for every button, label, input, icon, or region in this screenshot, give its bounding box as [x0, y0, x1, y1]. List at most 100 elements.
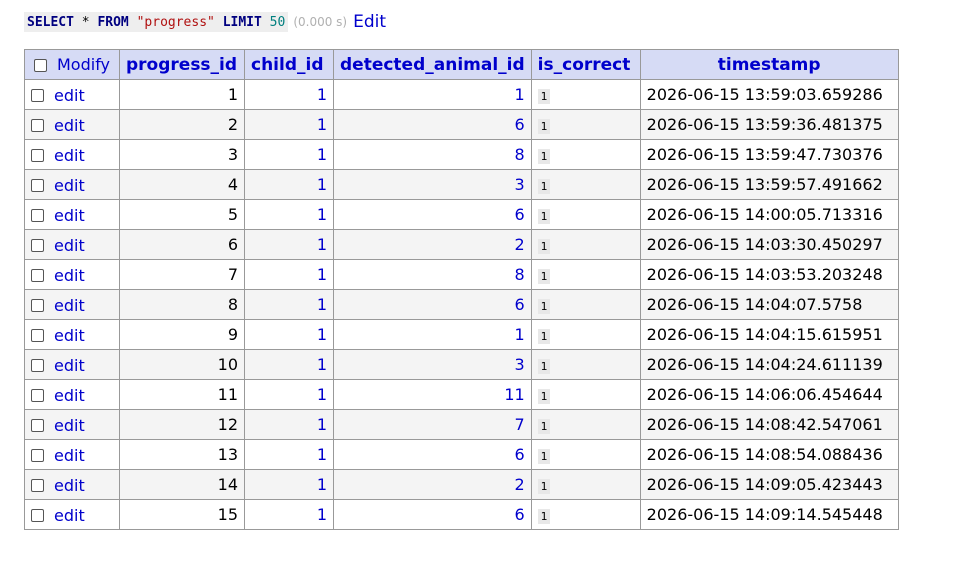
- row-edit-link[interactable]: edit: [54, 386, 85, 405]
- row-modify-cell: edit: [24, 469, 120, 500]
- child-id-link[interactable]: 1: [317, 295, 327, 314]
- row-edit-link[interactable]: edit: [54, 416, 85, 435]
- row-select-checkbox[interactable]: [31, 358, 44, 372]
- cell-progress-id: 9: [119, 319, 245, 350]
- row-edit-link[interactable]: edit: [54, 116, 85, 135]
- row-edit-link[interactable]: edit: [54, 206, 85, 225]
- row-edit-link[interactable]: edit: [54, 506, 85, 525]
- child-id-link[interactable]: 1: [317, 115, 327, 134]
- header-modify: Modify: [24, 49, 120, 80]
- header-detected-animal-id[interactable]: detected_animal_id: [333, 49, 532, 80]
- detected-animal-id-link[interactable]: 8: [514, 145, 524, 164]
- row-select-checkbox[interactable]: [31, 448, 44, 462]
- row-select-checkbox[interactable]: [31, 328, 44, 342]
- row-edit-link[interactable]: edit: [54, 296, 85, 315]
- cell-progress-id: 12: [119, 409, 245, 440]
- is-correct-value: 1: [537, 119, 551, 134]
- cell-progress-id: 1: [119, 79, 245, 110]
- row-modify-cell: edit: [24, 259, 120, 290]
- table-row: edit 15 1 6 1 2026-06-15 14:09:14.545448: [24, 499, 899, 530]
- cell-child-id: 1: [244, 229, 334, 260]
- row-select-checkbox[interactable]: [31, 478, 44, 492]
- row-select-checkbox[interactable]: [31, 118, 44, 132]
- cell-detected-animal-id: 8: [333, 259, 532, 290]
- cell-detected-animal-id: 1: [333, 79, 532, 110]
- select-all-checkbox[interactable]: [34, 59, 47, 72]
- row-edit-link[interactable]: edit: [54, 146, 85, 165]
- edit-query-link[interactable]: Edit: [353, 12, 386, 32]
- cell-is-correct: 1: [530, 109, 641, 140]
- header-child-id[interactable]: child_id: [244, 49, 334, 80]
- detected-animal-id-link[interactable]: 2: [514, 235, 524, 254]
- child-id-link[interactable]: 1: [317, 415, 327, 434]
- child-id-link[interactable]: 1: [317, 175, 327, 194]
- table-row: edit 11 1 11 1 2026-06-15 14:06:06.454644: [24, 379, 899, 410]
- child-id-link[interactable]: 1: [317, 475, 327, 494]
- row-select-checkbox[interactable]: [31, 418, 44, 432]
- row-select-checkbox[interactable]: [31, 208, 44, 222]
- detected-animal-id-link[interactable]: 3: [514, 355, 524, 374]
- cell-detected-animal-id: 11: [333, 379, 532, 410]
- child-id-link[interactable]: 1: [317, 145, 327, 164]
- row-edit-link[interactable]: edit: [54, 236, 85, 255]
- row-select-checkbox[interactable]: [31, 88, 44, 102]
- cell-is-correct: 1: [530, 409, 641, 440]
- row-select-checkbox[interactable]: [31, 178, 44, 192]
- row-edit-link[interactable]: edit: [54, 86, 85, 105]
- row-modify-cell: edit: [24, 139, 120, 170]
- child-id-link[interactable]: 1: [317, 85, 327, 104]
- row-edit-link[interactable]: edit: [54, 476, 85, 495]
- detected-animal-id-link[interactable]: 6: [514, 505, 524, 524]
- cell-progress-id: 10: [119, 349, 245, 380]
- row-modify-cell: edit: [24, 109, 120, 140]
- header-is-correct[interactable]: is_correct: [530, 49, 641, 80]
- cell-progress-id: 7: [119, 259, 245, 290]
- detected-animal-id-link[interactable]: 6: [514, 115, 524, 134]
- row-edit-link[interactable]: edit: [54, 356, 85, 375]
- child-id-link[interactable]: 1: [317, 445, 327, 464]
- sql-table-name: "progress": [136, 15, 215, 30]
- header-timestamp[interactable]: timestamp: [639, 49, 899, 80]
- child-id-link[interactable]: 1: [317, 265, 327, 284]
- child-id-link[interactable]: 1: [317, 385, 327, 404]
- detected-animal-id-link[interactable]: 6: [514, 295, 524, 314]
- child-id-link[interactable]: 1: [317, 205, 327, 224]
- table-header-row: Modify progress_id child_id detected_ani…: [24, 49, 899, 80]
- child-id-link[interactable]: 1: [317, 355, 327, 374]
- row-edit-link[interactable]: edit: [54, 176, 85, 195]
- detected-animal-id-link[interactable]: 1: [514, 325, 524, 344]
- detected-animal-id-link[interactable]: 2: [514, 475, 524, 494]
- detected-animal-id-link[interactable]: 6: [514, 445, 524, 464]
- detected-animal-id-link[interactable]: 3: [514, 175, 524, 194]
- cell-is-correct: 1: [530, 439, 641, 470]
- child-id-link[interactable]: 1: [317, 325, 327, 344]
- row-select-checkbox[interactable]: [31, 238, 44, 252]
- cell-timestamp: 2026-06-15 14:09:05.423443: [639, 469, 899, 500]
- cell-child-id: 1: [244, 79, 334, 110]
- is-correct-value: 1: [537, 89, 551, 104]
- detected-animal-id-link[interactable]: 8: [514, 265, 524, 284]
- row-modify-cell: edit: [24, 79, 120, 110]
- cell-is-correct: 1: [530, 169, 641, 200]
- table-row: edit 3 1 8 1 2026-06-15 13:59:47.730376: [24, 139, 899, 170]
- row-select-checkbox[interactable]: [31, 508, 44, 522]
- header-progress-id[interactable]: progress_id: [119, 49, 245, 80]
- row-edit-link[interactable]: edit: [54, 266, 85, 285]
- detected-animal-id-link[interactable]: 11: [504, 385, 524, 404]
- cell-child-id: 1: [244, 199, 334, 230]
- row-select-checkbox[interactable]: [31, 298, 44, 312]
- cell-detected-animal-id: 6: [333, 289, 532, 320]
- is-correct-value: 1: [537, 299, 551, 314]
- detected-animal-id-link[interactable]: 1: [514, 85, 524, 104]
- child-id-link[interactable]: 1: [317, 505, 327, 524]
- detected-animal-id-link[interactable]: 7: [514, 415, 524, 434]
- row-select-checkbox[interactable]: [31, 148, 44, 162]
- query-elapsed-time: (0.000 s): [293, 15, 348, 29]
- child-id-link[interactable]: 1: [317, 235, 327, 254]
- row-modify-cell: edit: [24, 499, 120, 530]
- row-select-checkbox[interactable]: [31, 388, 44, 402]
- detected-animal-id-link[interactable]: 6: [514, 205, 524, 224]
- row-edit-link[interactable]: edit: [54, 326, 85, 345]
- row-edit-link[interactable]: edit: [54, 446, 85, 465]
- row-select-checkbox[interactable]: [31, 268, 44, 282]
